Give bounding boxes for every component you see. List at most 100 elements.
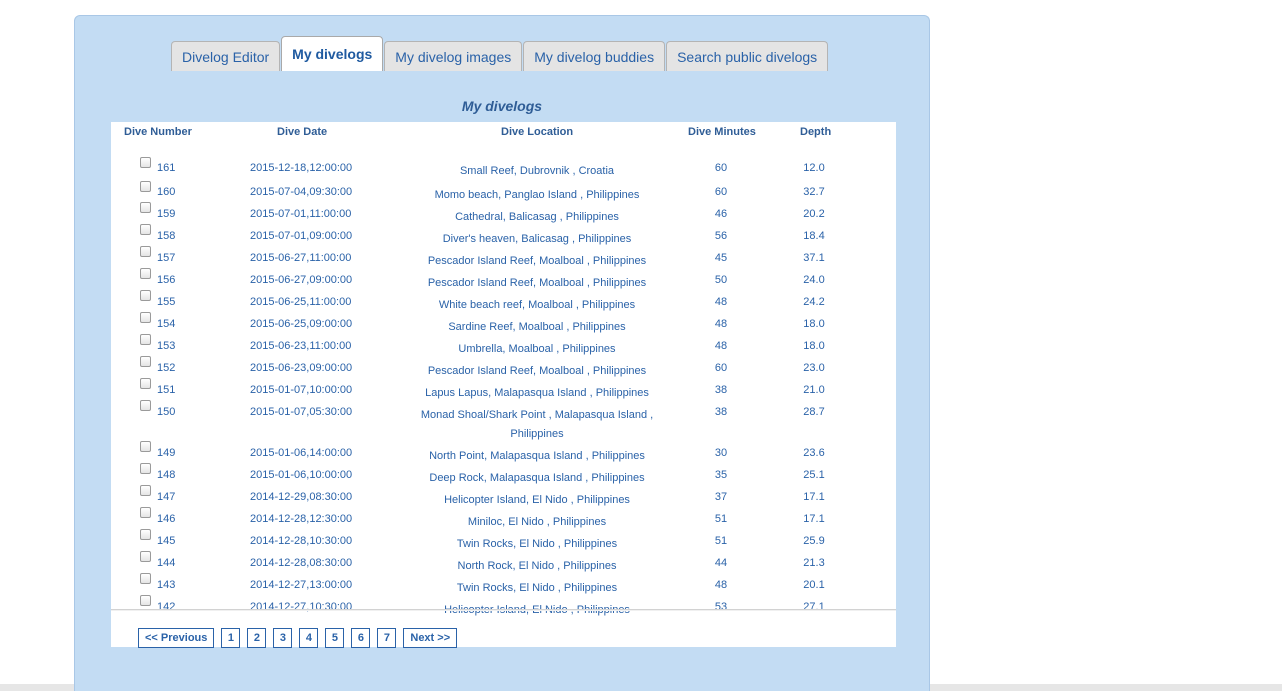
dive-number-link[interactable]: 154: [157, 318, 175, 330]
dive-location-link[interactable]: White beach reef, Moalboal , Philippines: [409, 296, 665, 315]
dive-number-link[interactable]: 159: [157, 208, 175, 220]
dive-depth-link[interactable]: 37.1: [784, 252, 844, 264]
dive-depth-link[interactable]: 20.2: [784, 208, 844, 220]
dive-depth-link[interactable]: 17.1: [784, 491, 844, 503]
dive-date-link[interactable]: 2015-06-23,11:00:00: [250, 340, 351, 352]
dive-depth-link[interactable]: 23.6: [784, 447, 844, 459]
dive-minutes-link[interactable]: 48: [691, 296, 751, 308]
dive-minutes-link[interactable]: 48: [691, 340, 751, 352]
page-2-button[interactable]: 2: [247, 628, 267, 648]
dive-depth-link[interactable]: 27.1: [784, 601, 844, 613]
row-select-checkbox[interactable]: [140, 551, 151, 562]
dive-date-link[interactable]: 2015-01-06,10:00:00: [250, 469, 352, 481]
dive-date-link[interactable]: 2014-12-27,13:00:00: [250, 579, 352, 591]
row-select-checkbox[interactable]: [140, 290, 151, 301]
row-select-checkbox[interactable]: [140, 573, 151, 584]
dive-minutes-link[interactable]: 48: [691, 579, 751, 591]
dive-location-link[interactable]: Helicopter Island, El Nido , Philippines: [409, 491, 665, 510]
row-select-checkbox[interactable]: [140, 378, 151, 389]
dive-number-link[interactable]: 147: [157, 491, 175, 503]
page-6-button[interactable]: 6: [351, 628, 371, 648]
dive-minutes-link[interactable]: 44: [691, 557, 751, 569]
row-select-checkbox[interactable]: [140, 529, 151, 540]
dive-minutes-link[interactable]: 53: [691, 601, 751, 613]
dive-depth-link[interactable]: 12.0: [784, 162, 844, 174]
row-select-checkbox[interactable]: [140, 441, 151, 452]
dive-date-link[interactable]: 2014-12-28,08:30:00: [250, 557, 352, 569]
dive-minutes-link[interactable]: 51: [691, 513, 751, 525]
dive-date-link[interactable]: 2015-12-18,12:00:00: [250, 162, 352, 174]
page-4-button[interactable]: 4: [299, 628, 319, 648]
dive-minutes-link[interactable]: 51: [691, 535, 751, 547]
dive-location-link[interactable]: Deep Rock, Malapasqua Island , Philippin…: [409, 469, 665, 488]
dive-number-link[interactable]: 157: [157, 252, 175, 264]
dive-depth-link[interactable]: 21.3: [784, 557, 844, 569]
dive-date-link[interactable]: 2015-07-01,11:00:00: [250, 208, 351, 220]
page-1-button[interactable]: 1: [221, 628, 241, 648]
dive-minutes-link[interactable]: 45: [691, 252, 751, 264]
row-select-checkbox[interactable]: [140, 268, 151, 279]
dive-number-link[interactable]: 161: [157, 162, 175, 174]
tab-my-divelog-buddies[interactable]: My divelog buddies: [523, 41, 666, 71]
dive-location-link[interactable]: Lapus Lapus, Malapasqua Island , Philipp…: [409, 384, 665, 403]
dive-number-link[interactable]: 150: [157, 406, 175, 418]
dive-number-link[interactable]: 149: [157, 447, 175, 459]
dive-number-link[interactable]: 148: [157, 469, 175, 481]
dive-date-link[interactable]: 2015-01-06,14:00:00: [250, 447, 352, 459]
dive-depth-link[interactable]: 17.1: [784, 513, 844, 525]
dive-location-link[interactable]: Small Reef, Dubrovnik , Croatia: [409, 162, 665, 181]
row-select-checkbox[interactable]: [140, 356, 151, 367]
row-select-checkbox[interactable]: [140, 485, 151, 496]
dive-minutes-link[interactable]: 37: [691, 491, 751, 503]
dive-date-link[interactable]: 2015-01-07,05:30:00: [250, 406, 352, 418]
dive-date-link[interactable]: 2014-12-29,08:30:00: [250, 491, 352, 503]
dive-minutes-link[interactable]: 60: [691, 162, 751, 174]
dive-location-link[interactable]: North Rock, El Nido , Philippines: [409, 557, 665, 576]
dive-number-link[interactable]: 146: [157, 513, 175, 525]
row-select-checkbox[interactable]: [140, 202, 151, 213]
next-page-button[interactable]: Next >>: [403, 628, 458, 648]
dive-depth-link[interactable]: 18.4: [784, 230, 844, 242]
dive-depth-link[interactable]: 24.2: [784, 296, 844, 308]
row-select-checkbox[interactable]: [140, 312, 151, 323]
tab-my-divelogs[interactable]: My divelogs: [281, 36, 384, 71]
dive-minutes-link[interactable]: 50: [691, 274, 751, 286]
dive-number-link[interactable]: 153: [157, 340, 175, 352]
dive-depth-link[interactable]: 21.0: [784, 384, 844, 396]
page-5-button[interactable]: 5: [325, 628, 345, 648]
dive-depth-link[interactable]: 18.0: [784, 318, 844, 330]
dive-minutes-link[interactable]: 35: [691, 469, 751, 481]
dive-location-link[interactable]: North Point, Malapasqua Island , Philipp…: [409, 447, 665, 466]
tab-search-public-divelogs[interactable]: Search public divelogs: [666, 41, 829, 71]
dive-location-link[interactable]: Umbrella, Moalboal , Philippines: [409, 340, 665, 359]
dive-number-link[interactable]: 158: [157, 230, 175, 242]
dive-minutes-link[interactable]: 48: [691, 318, 751, 330]
dive-number-link[interactable]: 156: [157, 274, 175, 286]
dive-date-link[interactable]: 2015-07-04,09:30:00: [250, 186, 352, 198]
dive-date-link[interactable]: 2015-06-25,09:00:00: [250, 318, 352, 330]
dive-date-link[interactable]: 2014-12-27,10:30:00: [250, 601, 352, 613]
row-select-checkbox[interactable]: [140, 157, 151, 168]
dive-minutes-link[interactable]: 38: [691, 384, 751, 396]
dive-number-link[interactable]: 152: [157, 362, 175, 374]
dive-location-link[interactable]: Pescador Island Reef, Moalboal , Philipp…: [409, 252, 665, 271]
dive-minutes-link[interactable]: 38: [691, 406, 751, 418]
dive-location-link[interactable]: Momo beach, Panglao Island , Philippines: [409, 186, 665, 205]
dive-location-link[interactable]: Cathedral, Balicasag , Philippines: [409, 208, 665, 227]
dive-date-link[interactable]: 2014-12-28,12:30:00: [250, 513, 352, 525]
row-select-checkbox[interactable]: [140, 181, 151, 192]
dive-location-link[interactable]: Twin Rocks, El Nido , Philippines: [409, 535, 665, 554]
dive-minutes-link[interactable]: 46: [691, 208, 751, 220]
row-select-checkbox[interactable]: [140, 463, 151, 474]
dive-number-link[interactable]: 160: [157, 186, 175, 198]
dive-depth-link[interactable]: 25.9: [784, 535, 844, 547]
dive-depth-link[interactable]: 20.1: [784, 579, 844, 591]
dive-location-link[interactable]: Pescador Island Reef, Moalboal , Philipp…: [409, 362, 665, 381]
previous-page-button[interactable]: << Previous: [138, 628, 215, 648]
row-select-checkbox[interactable]: [140, 595, 151, 606]
row-select-checkbox[interactable]: [140, 400, 151, 411]
tab-my-divelog-images[interactable]: My divelog images: [384, 41, 523, 71]
dive-location-link[interactable]: Twin Rocks, El Nido , Philippines: [409, 579, 665, 598]
dive-number-link[interactable]: 144: [157, 557, 175, 569]
tab-divelog-editor[interactable]: Divelog Editor: [171, 41, 281, 71]
